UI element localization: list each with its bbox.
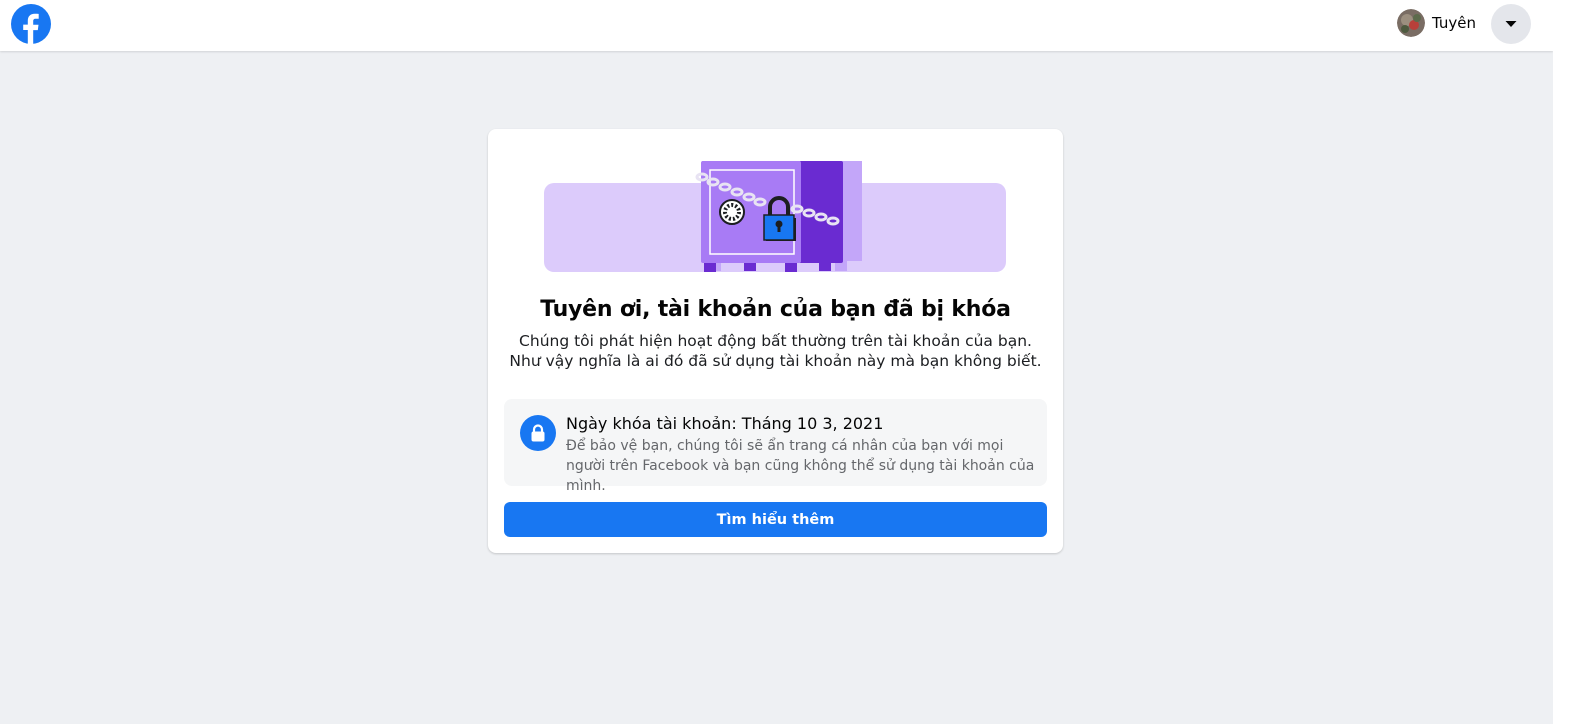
caret-down-icon	[1505, 21, 1517, 27]
lock-info-box: Ngày khóa tài khoản: Tháng 10 3, 2021 Để…	[504, 399, 1047, 494]
locked-account-card: Tuyên ơi, tài khoản của bạn đã bị khóa C…	[488, 129, 1063, 553]
profile-name: Tuyên	[1432, 14, 1477, 32]
page-title: Tuyên ơi, tài khoản của bạn đã bị khóa	[540, 297, 1011, 322]
lock-date-heading: Ngày khóa tài khoản: Tháng 10 3, 2021	[566, 414, 884, 433]
scrollbar-track	[1553, 0, 1593, 724]
locked-safe-illustration	[544, 161, 1006, 272]
learn-more-button[interactable]: Tìm hiểu thêm	[504, 502, 1047, 537]
lock-icon	[531, 424, 545, 442]
lock-badge	[520, 415, 556, 451]
account-menu-button[interactable]	[1491, 4, 1531, 44]
top-navigation-bar: Tuyên	[0, 0, 1553, 51]
lock-description: Chúng tôi phát hiện hoạt động bất thường…	[509, 332, 1042, 370]
lock-info-text: Để bảo vệ bạn, chúng tôi sẽ ẩn trang cá …	[566, 438, 1035, 494]
profile-link[interactable]: Tuyên	[1397, 9, 1476, 37]
facebook-logo-icon[interactable]	[11, 4, 51, 44]
avatar	[1397, 9, 1425, 37]
